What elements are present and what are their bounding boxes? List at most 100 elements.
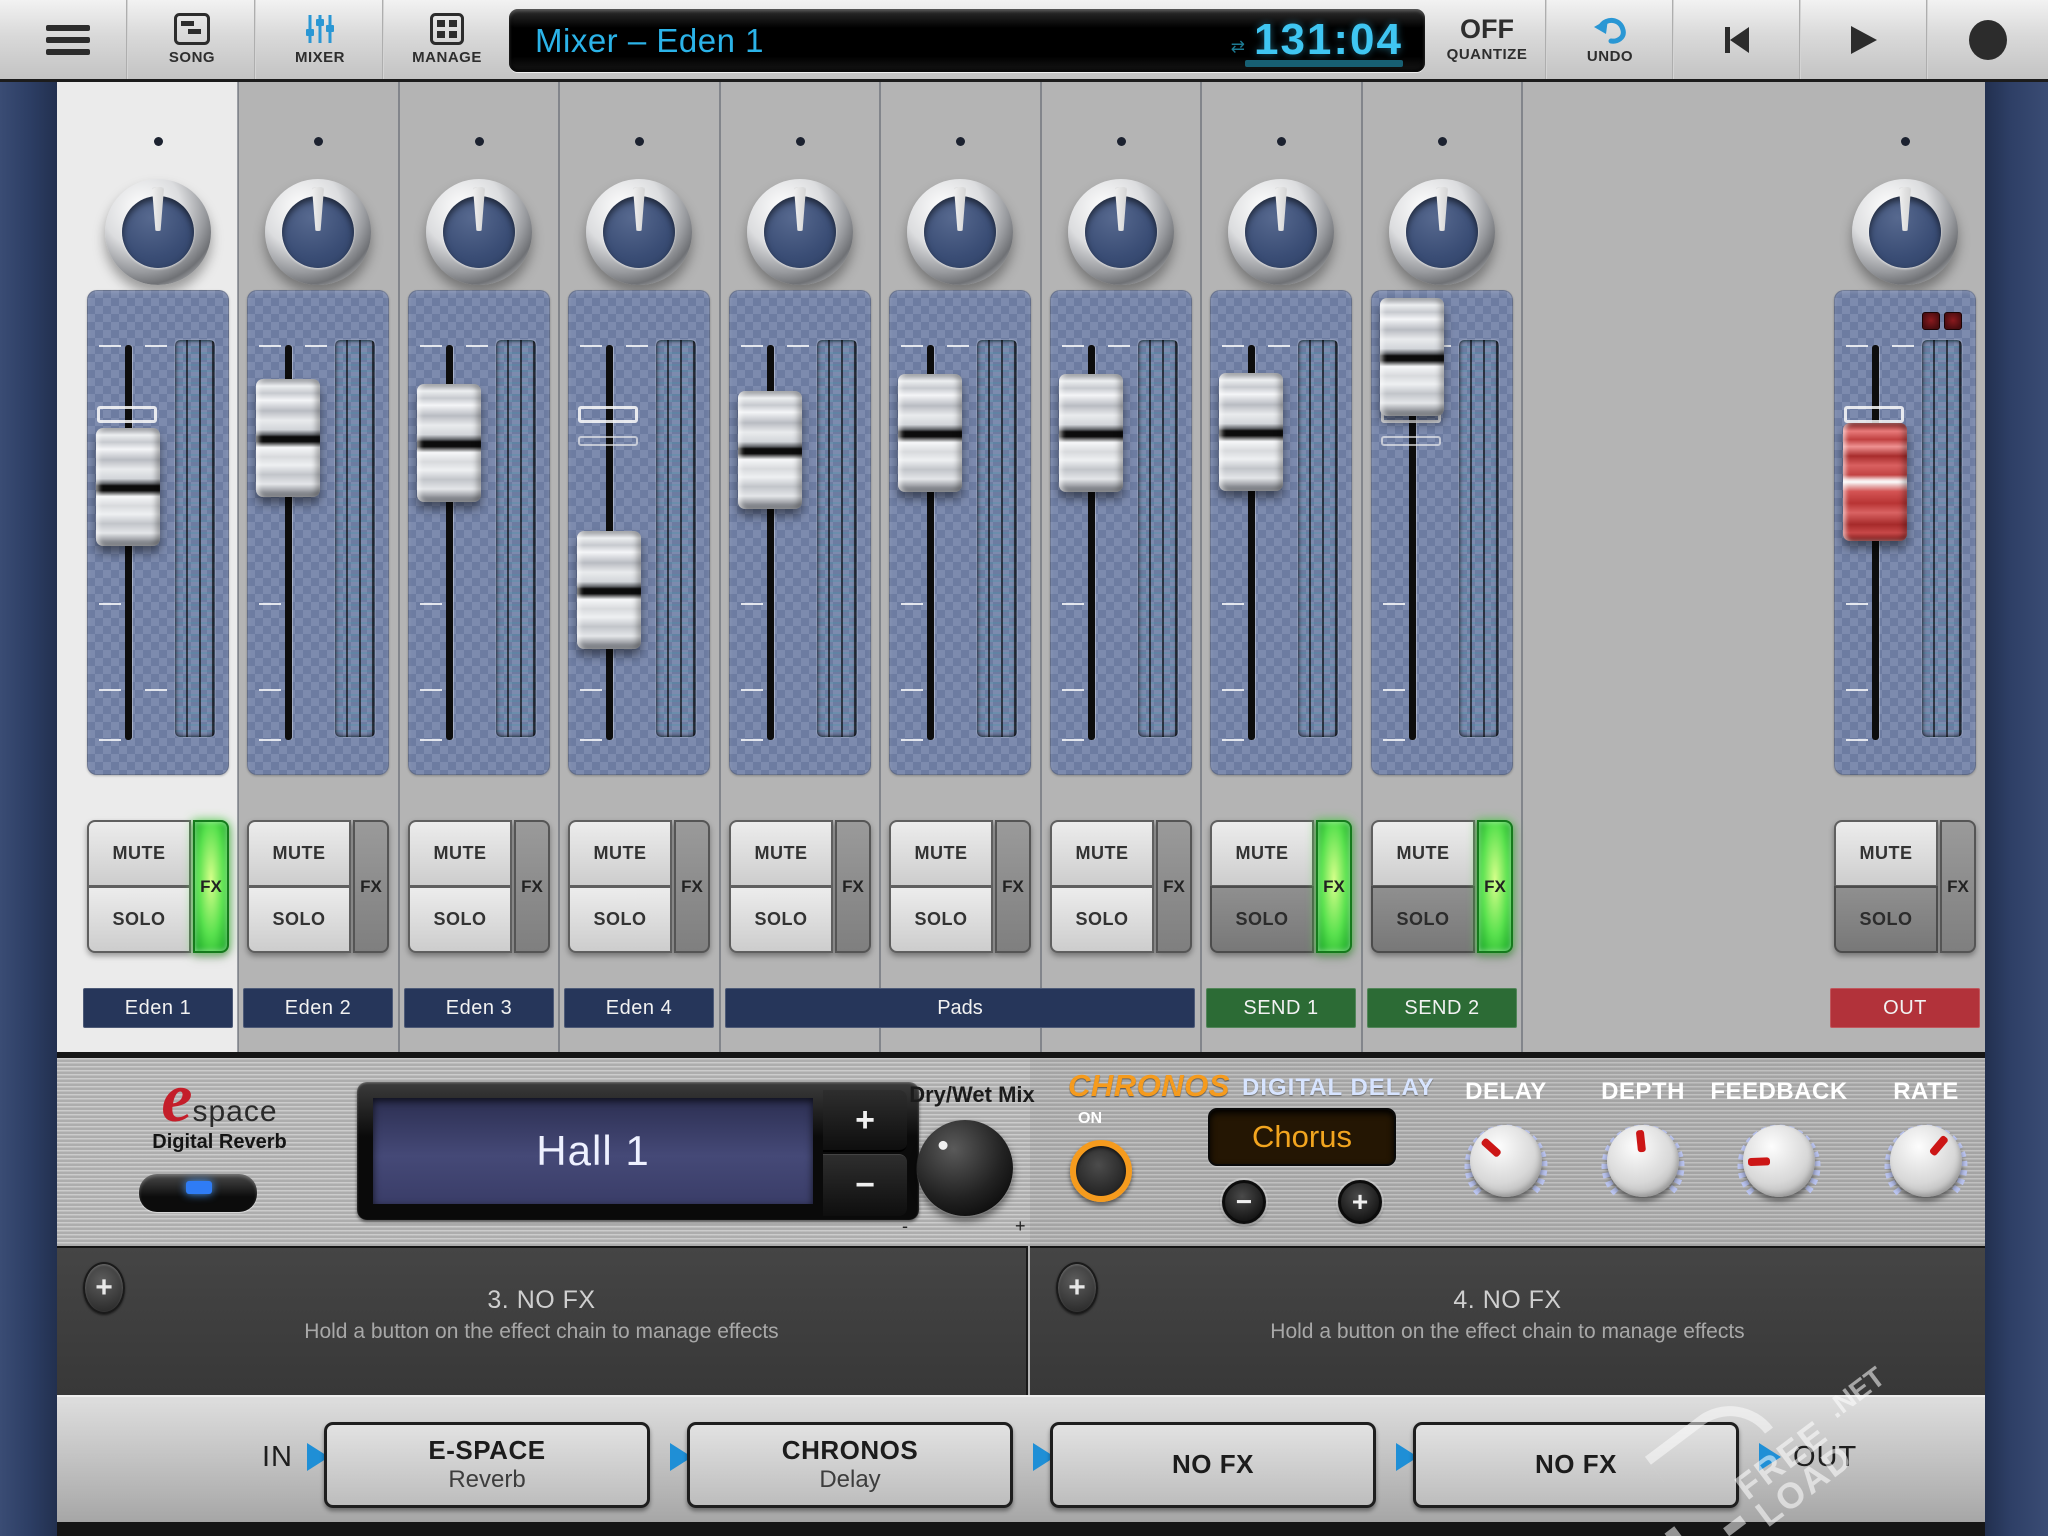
fx-button[interactable]: FX [674, 820, 710, 953]
mute-button[interactable]: MUTE [1050, 820, 1154, 887]
pan-knob[interactable] [747, 179, 853, 285]
fader-track [1872, 345, 1879, 740]
delay-preset-prev-button[interactable]: − [1222, 1180, 1266, 1224]
mute-button[interactable]: MUTE [1371, 820, 1475, 887]
manage-button[interactable]: MANAGE [392, 0, 502, 79]
pan-knob[interactable] [1068, 179, 1174, 285]
channel-led [635, 137, 644, 146]
solo-button[interactable]: SOLO [568, 886, 672, 953]
loop-icon: ⇄ [1231, 37, 1245, 57]
mute-button[interactable]: MUTE [87, 820, 191, 887]
volume-fader[interactable] [256, 379, 320, 497]
solo-button[interactable]: SOLO [889, 886, 993, 953]
chronos-brand: CHRONOS [1068, 1068, 1230, 1104]
quantize-button[interactable]: OFF QUANTIZE [1432, 0, 1542, 79]
volume-fader[interactable] [96, 428, 160, 546]
chain-node-nofx-2[interactable]: NO FX [1413, 1422, 1739, 1508]
preset-prev-button[interactable]: − [823, 1154, 907, 1216]
pan-knob[interactable] [265, 179, 371, 285]
pan-knob[interactable] [1228, 179, 1334, 285]
mixer-button[interactable]: MIXER [268, 0, 372, 79]
depth-knob[interactable] [1607, 1125, 1679, 1197]
mute-button[interactable]: MUTE [247, 820, 351, 887]
delay-knob[interactable] [1470, 1125, 1542, 1197]
mute-button[interactable]: MUTE [408, 820, 512, 887]
rewind-button[interactable] [1686, 0, 1788, 79]
fx-button[interactable]: FX [1156, 820, 1192, 953]
feedback-knob[interactable] [1743, 1125, 1815, 1197]
volume-fader[interactable] [898, 374, 962, 492]
volume-fader[interactable] [577, 531, 641, 649]
solo-button[interactable]: SOLO [1834, 886, 1938, 953]
reverb-power-button[interactable] [139, 1174, 257, 1212]
feedback-knob-label: FEEDBACK [1709, 1078, 1849, 1106]
chain-node-espace[interactable]: E-SPACE Reverb [324, 1422, 650, 1508]
fx-button[interactable]: FX [193, 820, 229, 953]
pan-knob[interactable] [907, 179, 1013, 285]
drywet-knob[interactable] [917, 1120, 1013, 1216]
volume-fader[interactable] [1059, 374, 1123, 492]
fx-button[interactable]: FX [514, 820, 550, 953]
song-button[interactable]: SONG [140, 0, 244, 79]
solo-button[interactable]: SOLO [1210, 886, 1314, 953]
mute-button[interactable]: MUTE [1210, 820, 1314, 887]
channel-label: Eden 1 [83, 988, 233, 1028]
fx-button[interactable]: FX [995, 820, 1031, 953]
fader-ghost-marker [578, 406, 638, 423]
volume-fader[interactable] [1380, 298, 1444, 416]
rate-knob[interactable] [1890, 1125, 1962, 1197]
delay-preset-display[interactable]: Chorus [1208, 1108, 1396, 1166]
mute-button[interactable]: MUTE [729, 820, 833, 887]
fx-button[interactable]: FX [1940, 820, 1976, 953]
solo-button[interactable]: SOLO [1050, 886, 1154, 953]
level-meter [656, 340, 696, 737]
undo-label: UNDO [1587, 48, 1633, 65]
volume-fader[interactable] [738, 391, 802, 509]
chain-node-chronos[interactable]: CHRONOS Delay [687, 1422, 1013, 1508]
mute-button[interactable]: MUTE [889, 820, 993, 887]
espace-reverb-panel: espace Digital Reverb Hall 1 + − Dry/Wet… [57, 1058, 1030, 1246]
channel-strip-eden1: MUTE SOLO FX Eden 1 [78, 82, 238, 1055]
channel-strip-master: MUTE SOLO FX OUT [1825, 82, 1985, 1055]
channel-strip-eden2: MUTE SOLO FX Eden 2 [238, 82, 398, 1055]
play-button[interactable] [1812, 0, 1914, 79]
fx-button[interactable]: FX [835, 820, 871, 953]
fader-panel [87, 290, 229, 775]
fx-button[interactable]: FX [1477, 820, 1513, 953]
pan-knob[interactable] [586, 179, 692, 285]
volume-fader[interactable] [1219, 373, 1283, 491]
record-button[interactable] [1938, 0, 2038, 79]
channel-led [1117, 137, 1126, 146]
mute-button[interactable]: MUTE [1834, 820, 1938, 887]
clip-led [1944, 312, 1962, 330]
fader-panel [408, 290, 550, 775]
pan-knob[interactable] [1852, 179, 1958, 285]
master-volume-fader[interactable] [1843, 423, 1907, 541]
solo-button[interactable]: SOLO [729, 886, 833, 953]
undo-button[interactable]: UNDO [1558, 0, 1662, 79]
chain-node-nofx-1[interactable]: NO FX [1050, 1422, 1376, 1508]
menu-button[interactable] [30, 0, 106, 79]
pan-knob[interactable] [1389, 179, 1495, 285]
lcd-title-display: Mixer – Eden 1 ⇄ 131:04 [509, 9, 1425, 72]
fx-button[interactable]: FX [1316, 820, 1352, 953]
solo-button[interactable]: SOLO [408, 886, 512, 953]
time-counter[interactable]: 131:04 [1254, 15, 1403, 65]
right-border [1985, 82, 2048, 1536]
volume-fader[interactable] [417, 384, 481, 502]
delay-knob-group: DELAY [1436, 1058, 1576, 1246]
fader-ghost-marker [1844, 406, 1904, 423]
delay-preset-next-button[interactable]: + [1338, 1180, 1382, 1224]
mute-button[interactable]: MUTE [568, 820, 672, 887]
channel-label: Eden 3 [404, 988, 554, 1028]
level-meter [1922, 340, 1962, 737]
solo-button[interactable]: SOLO [247, 886, 351, 953]
knob-indicator [1748, 1157, 1770, 1166]
fx-button[interactable]: FX [353, 820, 389, 953]
pan-knob[interactable] [105, 179, 211, 285]
delay-on-button[interactable] [1070, 1140, 1132, 1202]
reverb-preset-name[interactable]: Hall 1 [373, 1098, 813, 1204]
solo-button[interactable]: SOLO [1371, 886, 1475, 953]
pan-knob[interactable] [426, 179, 532, 285]
solo-button[interactable]: SOLO [87, 886, 191, 953]
